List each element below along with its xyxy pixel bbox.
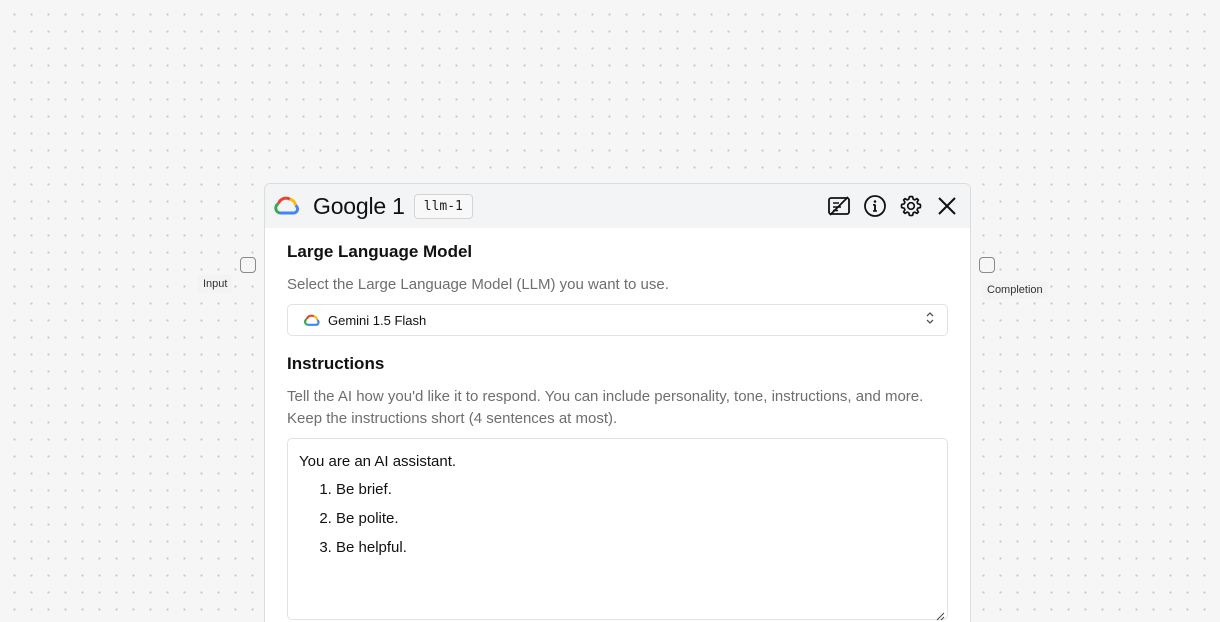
node-title: Google 1 — [313, 192, 405, 219]
list-item: Be brief. — [336, 481, 936, 498]
list-item: Be helpful. — [336, 539, 936, 556]
instructions-editor[interactable]: You are an AI assistant. Be brief. Be po… — [287, 438, 948, 621]
hide-output-icon[interactable] — [826, 193, 852, 219]
input-handle-label: Input — [198, 275, 233, 293]
model-section-description: Select the Large Language Model (LLM) yo… — [287, 276, 669, 293]
header-actions — [826, 193, 960, 219]
node-body: Large Language Model Select the Large La… — [265, 228, 970, 621]
info-icon[interactable] — [862, 193, 888, 219]
llm-node[interactable]: Google 1 llm-1 Large Language Model Sele… — [264, 183, 971, 622]
instructions-list: Be brief. Be polite. Be helpful. — [299, 481, 936, 556]
model-select-value: Gemini 1.5 Flash — [328, 312, 427, 328]
instructions-section-description: Tell the AI how you'd like it to respond… — [287, 388, 924, 427]
google-cloud-icon — [304, 314, 320, 327]
completion-handle[interactable] — [979, 257, 995, 273]
list-item: Be polite. — [336, 510, 936, 527]
gear-icon[interactable] — [898, 193, 924, 219]
instructions-intro: You are an AI assistant. — [299, 453, 457, 470]
instructions-section-title: Instructions — [287, 354, 385, 373]
model-select[interactable]: Gemini 1.5 Flash — [287, 304, 948, 336]
completion-handle-label: Completion — [982, 281, 1048, 299]
close-icon[interactable] — [934, 193, 960, 219]
node-id-badge: llm-1 — [413, 193, 473, 219]
model-section-title: Large Language Model — [287, 242, 473, 261]
resize-handle-icon[interactable] — [936, 608, 945, 621]
google-cloud-icon — [274, 196, 300, 216]
node-header[interactable]: Google 1 llm-1 — [265, 184, 970, 228]
chevron-up-down-icon — [925, 311, 935, 330]
input-handle[interactable] — [240, 257, 256, 273]
